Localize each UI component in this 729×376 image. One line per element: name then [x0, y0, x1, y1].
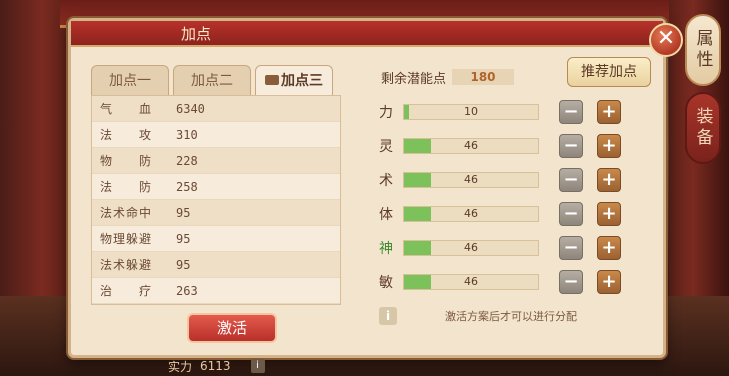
stat-value: 263 [176, 283, 198, 298]
side-tab-equipment[interactable]: 装备 [685, 92, 721, 164]
plus-button[interactable]: + [597, 100, 621, 124]
stat-row: 法术命中 95 [92, 200, 340, 226]
minus-button[interactable]: − [559, 134, 583, 158]
minus-button[interactable]: − [559, 270, 583, 294]
stat-label: 气 血 [100, 102, 153, 116]
attribute-row: 敏 46 − + [379, 269, 651, 295]
stat-row: 物 防 228 [92, 148, 340, 174]
power-label: 实力 [168, 359, 193, 374]
attribute-value: 46 [464, 139, 478, 152]
minus-button[interactable]: − [559, 236, 583, 260]
attribute-value: 46 [464, 173, 478, 186]
plus-button[interactable]: + [597, 270, 621, 294]
stat-label: 物 防 [100, 154, 153, 168]
attribute-name: 术 [379, 173, 393, 189]
attribute-name: 灵 [379, 139, 393, 155]
attribute-bar: 46 [403, 240, 539, 256]
panel-header: 加点 [71, 21, 663, 47]
attribute-row: 体 46 − + [379, 201, 651, 227]
attribute-name: 体 [379, 207, 393, 223]
plus-button[interactable]: + [597, 236, 621, 260]
stats-table: 气 血 6340 法 攻 310 物 防 228 法 防 258 法术命中 95 物理躲避… [91, 95, 341, 305]
tab-scheme-2[interactable]: 加点二 [173, 65, 251, 95]
close-button[interactable]: ✕ [649, 23, 683, 57]
stat-label: 法术命中 [100, 206, 153, 220]
attribute-bar: 46 [403, 206, 539, 222]
minus-button[interactable]: − [559, 168, 583, 192]
panel-title: 加点 [180, 25, 211, 43]
info-icon[interactable]: i [379, 307, 397, 325]
attribute-name: 神 [379, 241, 393, 257]
attribute-bar: 46 [403, 274, 539, 290]
attribute-value: 10 [464, 105, 478, 118]
remaining-potential: 剩余潜能点 180 [381, 67, 531, 87]
attribute-bar: 10 [403, 104, 539, 120]
minus-button[interactable]: − [559, 202, 583, 226]
info-row: i 激活方案后才可以进行分配 [379, 305, 649, 327]
stat-row: 治 疗 263 [92, 278, 340, 304]
side-tab-attributes[interactable]: 属性 [685, 14, 721, 86]
attribute-row: 神 46 − + [379, 235, 651, 261]
activate-button[interactable]: 激活 [187, 313, 277, 343]
scheme-tabs: 加点一 加点二 加点三 [91, 65, 341, 95]
stat-value: 95 [176, 257, 191, 272]
stat-row: 法术躲避 95 [92, 252, 340, 278]
stat-label: 法 攻 [100, 128, 153, 142]
attribute-bar: 46 [403, 138, 539, 154]
tab-scheme-1[interactable]: 加点一 [91, 65, 169, 95]
plus-button[interactable]: + [597, 168, 621, 192]
potential-value: 180 [452, 69, 515, 85]
attribute-value: 46 [464, 241, 478, 254]
stat-row: 气 血 6340 [92, 96, 340, 122]
recommend-button[interactable]: 推荐加点 [567, 57, 651, 87]
tab-scheme-3-label: 加点三 [281, 73, 323, 89]
info-text: 激活方案后才可以进行分配 [445, 310, 577, 323]
stat-row: 法 攻 310 [92, 122, 340, 148]
stat-row: 物理躲避 95 [92, 226, 340, 252]
attribute-row: 术 46 − + [379, 167, 651, 193]
attribute-row: 力 10 − + [379, 99, 651, 125]
stat-label: 物理躲避 [100, 232, 153, 246]
stat-row: 法 防 258 [92, 174, 340, 200]
plus-button[interactable]: + [597, 202, 621, 226]
attribute-name: 敏 [379, 275, 393, 291]
power-footer: 实力 6113 i [168, 356, 358, 376]
stat-label: 法 防 [100, 180, 153, 194]
stat-value: 228 [176, 153, 198, 168]
attribute-value: 46 [464, 207, 478, 220]
attribute-pane: 剩余潜能点 180 推荐加点 力 10 − + 灵 46 − + 术 46 − … [367, 57, 657, 347]
attribute-row: 灵 46 − + [379, 133, 651, 159]
power-value: 6113 [200, 359, 231, 373]
scheme-pane: 加点一 加点二 加点三 气 血 6340 法 攻 310 物 防 228 法 防 258… [91, 65, 341, 345]
stat-value: 95 [176, 231, 191, 246]
stat-value: 310 [176, 127, 198, 142]
stat-label: 法术躲避 [100, 258, 153, 272]
attribute-bar: 46 [403, 172, 539, 188]
potential-label: 剩余潜能点 [381, 71, 447, 87]
minus-button[interactable]: − [559, 100, 583, 124]
stat-value: 258 [176, 179, 198, 194]
stat-value: 6340 [176, 101, 205, 116]
attribute-name: 力 [379, 105, 393, 121]
add-points-panel: 加点 ✕ 加点一 加点二 加点三 气 血 6340 法 攻 310 物 防 228 法… [68, 18, 683, 358]
stat-label: 治 疗 [100, 284, 153, 298]
info-icon[interactable]: i [250, 359, 265, 373]
box-icon [265, 75, 279, 85]
plus-button[interactable]: + [597, 134, 621, 158]
stat-value: 95 [176, 205, 191, 220]
tab-scheme-3[interactable]: 加点三 [255, 65, 333, 95]
attribute-value: 46 [464, 275, 478, 288]
